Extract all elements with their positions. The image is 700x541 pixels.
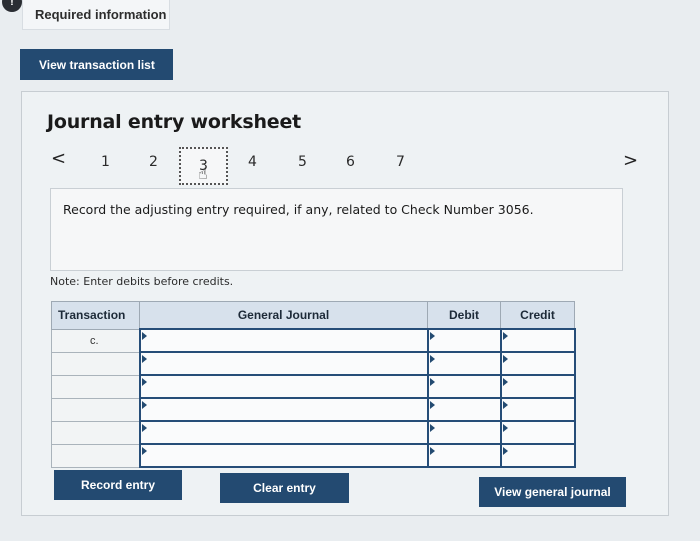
table-row	[51, 374, 576, 399]
table-row	[51, 443, 576, 468]
step-1[interactable]: 1	[101, 154, 110, 170]
account-input[interactable]	[138, 397, 429, 422]
transaction-cell	[51, 397, 140, 422]
table-row	[51, 420, 576, 445]
credit-input[interactable]	[499, 374, 576, 399]
prev-step-icon[interactable]: <	[51, 148, 66, 169]
step-2[interactable]: 2	[149, 154, 158, 170]
debit-input[interactable]	[426, 443, 502, 468]
credit-input[interactable]	[499, 351, 576, 376]
general-journal-header: General Journal	[139, 301, 428, 330]
next-step-icon[interactable]: >	[623, 150, 638, 171]
transaction-header: Transaction	[51, 301, 140, 330]
table-header-row: Transaction General Journal Debit Credit	[51, 301, 575, 330]
alert-icon: !	[2, 0, 22, 12]
transaction-cell	[51, 351, 140, 376]
credit-header: Credit	[500, 301, 575, 330]
step-6[interactable]: 6	[346, 154, 355, 170]
transaction-cell: c.	[51, 328, 140, 353]
debit-input[interactable]	[426, 351, 502, 376]
table-row	[51, 351, 576, 376]
credit-input[interactable]	[499, 420, 576, 445]
credit-input[interactable]	[499, 328, 576, 353]
account-input[interactable]	[138, 374, 429, 399]
record-entry-button[interactable]: Record entry	[54, 470, 182, 500]
account-input[interactable]	[138, 351, 429, 376]
pointer-hand-icon: ☝	[198, 164, 208, 183]
step-3-active[interactable]: 3 ☝	[179, 147, 228, 185]
transaction-cell	[51, 420, 140, 445]
debit-input[interactable]	[426, 328, 502, 353]
step-4[interactable]: 4	[248, 154, 257, 170]
journal-entry-table: Transaction General Journal Debit Credit…	[51, 301, 576, 468]
account-input[interactable]	[138, 420, 429, 445]
account-input[interactable]	[138, 443, 429, 468]
required-information-tab[interactable]: Required information	[22, 0, 170, 30]
credit-input[interactable]	[499, 397, 576, 422]
step-7[interactable]: 7	[396, 154, 405, 170]
transaction-cell	[51, 374, 140, 399]
transaction-cell	[51, 443, 140, 468]
step-5[interactable]: 5	[298, 154, 307, 170]
required-information-label: Required information	[35, 7, 167, 22]
account-input[interactable]	[138, 328, 429, 353]
entry-note: Note: Enter debits before credits.	[50, 275, 234, 288]
instruction-text: Record the adjusting entry required, if …	[63, 202, 534, 217]
instruction-box	[50, 188, 623, 271]
credit-input[interactable]	[499, 443, 576, 468]
debit-header: Debit	[427, 301, 501, 330]
table-row: c.	[51, 328, 576, 353]
clear-entry-button[interactable]: Clear entry	[220, 473, 349, 503]
debit-input[interactable]	[426, 397, 502, 422]
table-row	[51, 397, 576, 422]
view-transaction-list-button[interactable]: View transaction list	[20, 49, 173, 80]
view-general-journal-button[interactable]: View general journal	[479, 477, 626, 507]
debit-input[interactable]	[426, 420, 502, 445]
debit-input[interactable]	[426, 374, 502, 399]
worksheet-title: Journal entry worksheet	[47, 111, 302, 133]
